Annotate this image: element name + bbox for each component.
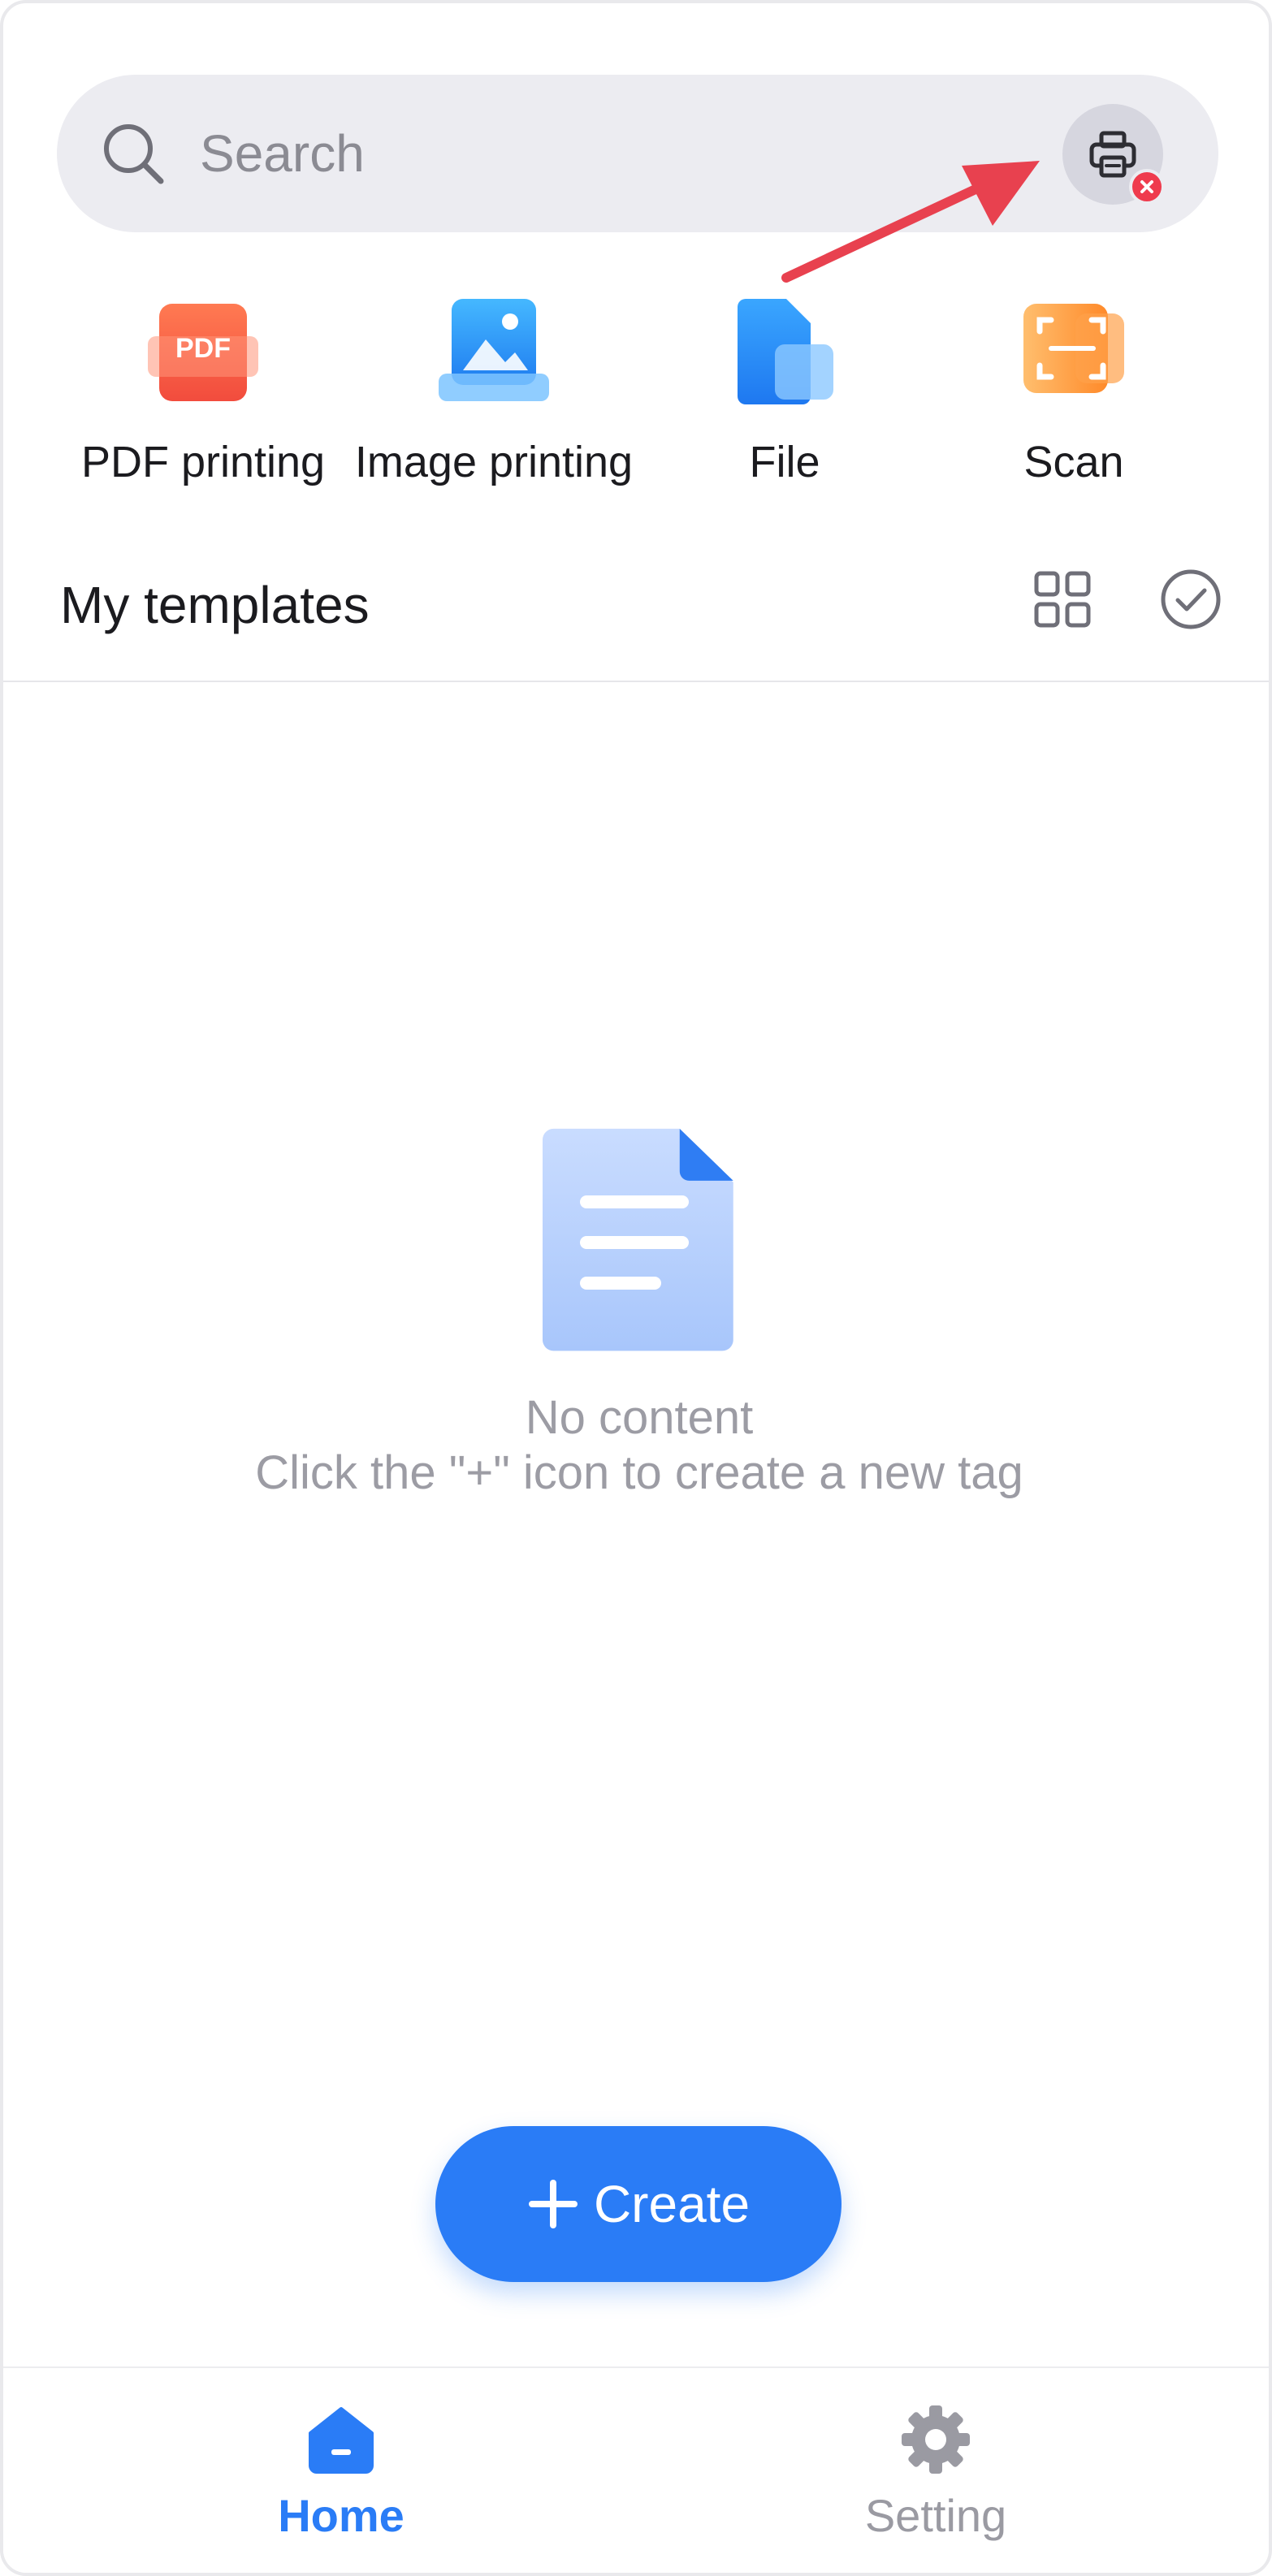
quick-action-label: Scan: [1023, 438, 1124, 486]
app-screen: Search PDF PDF printing Image printing F…: [0, 0, 1272, 2576]
nav-home[interactable]: Home: [211, 2402, 471, 2542]
create-button-label: Create: [593, 2175, 751, 2233]
pdf-badge-text: PDF: [175, 333, 231, 364]
disconnected-badge-icon: [1129, 169, 1165, 205]
printer-icon: [1089, 131, 1136, 178]
templates-title: My templates: [60, 576, 370, 634]
quick-action-label: Image printing: [354, 438, 634, 486]
nav-label: Home: [278, 2490, 405, 2541]
file-action[interactable]: File: [630, 296, 939, 487]
image-printing-action[interactable]: Image printing: [340, 296, 648, 487]
file-folder-icon: [729, 296, 840, 406]
search-input[interactable]: Search: [200, 123, 365, 184]
pdf-icon: PDF: [148, 296, 258, 406]
image-print-icon: [439, 296, 549, 406]
printer-connection-button[interactable]: [1062, 104, 1165, 205]
empty-document-icon: [543, 1128, 733, 1351]
grid-view-icon[interactable]: [1033, 570, 1092, 629]
bottom-nav: Home Setting: [3, 2366, 1269, 2573]
quick-action-label: File: [749, 438, 820, 486]
home-icon: [309, 2407, 374, 2474]
nav-setting[interactable]: Setting: [806, 2402, 1066, 2542]
nav-label: Setting: [864, 2490, 1007, 2541]
templates-header: My templates: [3, 552, 1269, 682]
empty-state-hint: Click the "+" icon to create a new tag: [255, 1446, 1023, 1499]
pdf-printing-action[interactable]: PDF PDF printing: [49, 296, 357, 487]
quick-action-label: PDF printing: [80, 438, 326, 486]
create-button[interactable]: Create: [435, 2126, 842, 2282]
annotation-arrow-icon: [781, 161, 1040, 283]
select-check-icon[interactable]: [1158, 567, 1223, 632]
gear-icon: [902, 2405, 970, 2474]
quick-actions: PDF PDF printing Image printing File Sca…: [3, 296, 1269, 499]
plus-icon: [528, 2180, 578, 2228]
scan-icon: [1019, 296, 1129, 406]
search-icon: [104, 124, 164, 184]
scan-action[interactable]: Scan: [919, 296, 1228, 487]
empty-state-title: No content: [525, 1391, 754, 1444]
